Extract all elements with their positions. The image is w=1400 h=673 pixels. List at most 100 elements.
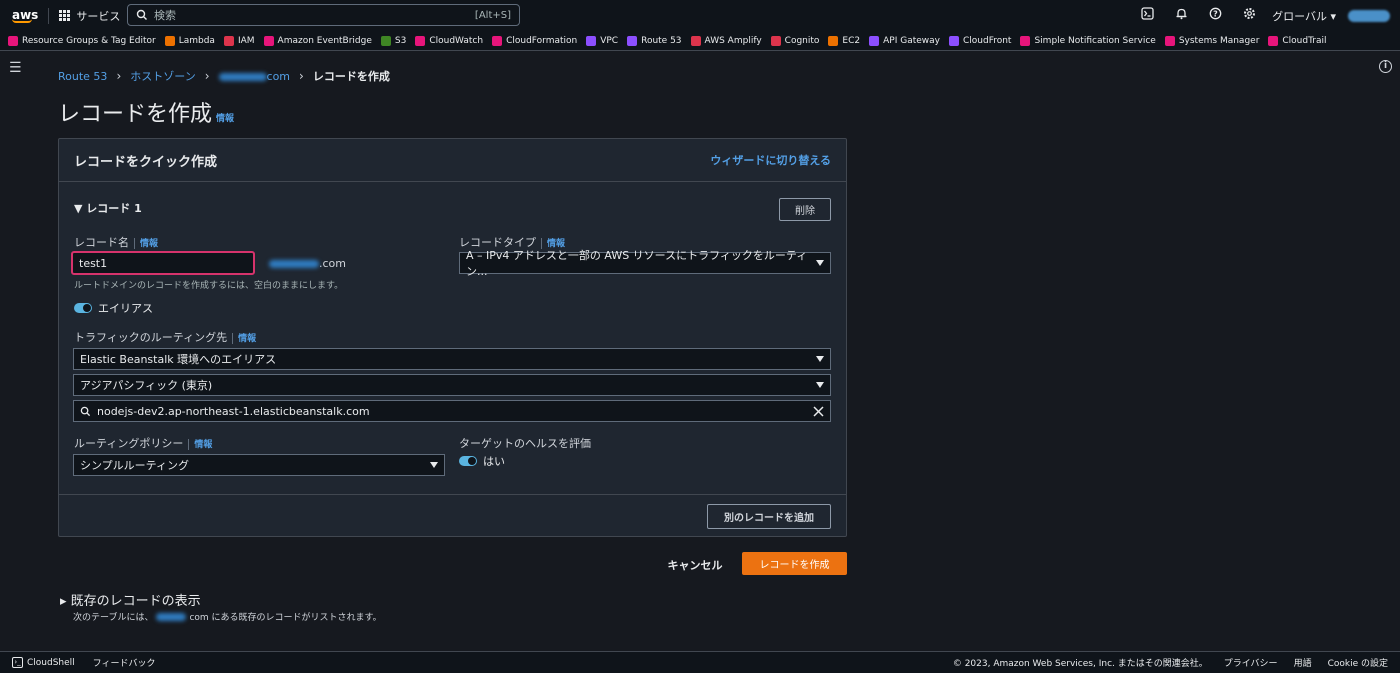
terminal-icon: ›_ (12, 657, 23, 668)
cookie-settings-link[interactable]: Cookie の設定 (1328, 656, 1388, 669)
clear-icon[interactable] (813, 405, 824, 417)
favorite-item[interactable]: Systems Manager (1164, 35, 1259, 46)
evaluate-health-label: ターゲットのヘルスを評価 (459, 437, 591, 450)
endpoint-search-input[interactable]: nodejs-dev2.ap-northeast-1.elasticbeanst… (73, 400, 831, 422)
routing-target-select[interactable]: Elastic Beanstalk 環境へのエイリアス (73, 348, 831, 370)
alias-label: エイリアス (98, 302, 153, 315)
page-title-text: レコードを作成 (58, 102, 213, 127)
create-record-button[interactable]: レコードを作成 (742, 552, 847, 575)
record-type-select[interactable]: A – IPv4 アドレスと一部の AWS リソースにトラフィックをルーティン.… (459, 249, 831, 278)
favorite-label: Cognito (784, 35, 820, 46)
existing-records-description: 次のテーブルには、 com にある既存のレコードがリストされます。 (73, 610, 382, 623)
favorites-bar: Resource Groups & Tag Editor Lambda IAM Ama… (0, 31, 1400, 51)
gear-icon[interactable] (1232, 7, 1266, 24)
favorite-item[interactable]: CloudWatch (415, 35, 484, 46)
breadcrumb-hosted-zones[interactable]: ホストゾーン (130, 68, 195, 84)
cancel-button[interactable]: キャンセル (662, 554, 728, 576)
search-input[interactable]: 検索 [Alt+S] (127, 4, 520, 26)
favorite-label: API Gateway (883, 35, 940, 46)
existing-records-toggle[interactable]: ▸ 既存のレコードの表示 (60, 590, 201, 609)
region-selector[interactable]: グローバル ▾ (1272, 8, 1336, 24)
service-icon (828, 35, 839, 46)
bell-icon[interactable] (1164, 7, 1198, 24)
favorite-label: IAM (237, 35, 255, 46)
record-section: ▼ レコード 1 削除 レコード名 情報 test1 .com ルートドメインのレ… (59, 182, 846, 495)
favorite-item[interactable]: CloudFront (948, 35, 1012, 46)
record-name-input[interactable]: test1 (71, 251, 255, 275)
search-placeholder: 検索 (154, 9, 176, 22)
favorite-item[interactable]: VPC (586, 35, 619, 46)
panel-footer: 別のレコードを追加 (59, 496, 846, 537)
copyright-text: © 2023, Amazon Web Services, Inc. またはその関… (952, 659, 1208, 669)
search-shortcut: [Alt+S] (474, 9, 511, 21)
record-name-label: レコード名 情報 (74, 234, 158, 250)
privacy-link[interactable]: プライバシー (1224, 656, 1278, 669)
breadcrumb-current: レコードを作成 (312, 70, 390, 83)
favorite-label: Route 53 (641, 35, 682, 46)
region-select[interactable]: アジアパシフィック (東京) (73, 374, 831, 396)
favorite-item[interactable]: CloudTrail (1268, 35, 1327, 46)
breadcrumb-domain[interactable]: com (218, 70, 290, 83)
services-menu-button[interactable]: サービス (59, 8, 120, 24)
favorite-item[interactable]: Simple Notification Service (1020, 35, 1156, 46)
evaluate-health-toggle[interactable]: はい (459, 453, 505, 469)
info-panel-icon[interactable]: i (1379, 60, 1392, 73)
feedback-link[interactable]: フィードバック (93, 656, 156, 669)
favorite-label: CloudWatch (429, 35, 484, 46)
alias-toggle[interactable]: エイリアス (74, 300, 153, 316)
service-icon (1268, 35, 1279, 46)
favorite-item[interactable]: API Gateway (869, 35, 940, 46)
help-icon[interactable]: ? (1198, 7, 1232, 24)
record-name-info-link[interactable]: 情報 (140, 239, 158, 249)
page-title: レコードを作成 情報 (58, 96, 234, 128)
panel-title: レコードをクイック作成 (74, 154, 218, 170)
services-label: サービス (76, 9, 121, 23)
chevron-right-icon: › (299, 69, 304, 83)
caret-down-icon (816, 356, 824, 362)
favorite-item[interactable]: Cognito (770, 35, 820, 46)
favorite-label: VPC (600, 35, 619, 46)
favorite-item[interactable]: S3 (380, 35, 406, 46)
switch-to-wizard-link[interactable]: ウィザードに切り替える (710, 152, 831, 168)
favorite-label: CloudFront (962, 35, 1012, 46)
top-right-controls: ? グローバル ▾ (1130, 0, 1400, 31)
favorite-item[interactable]: Lambda (164, 35, 215, 46)
panel-header: レコードをクイック作成 ウィザードに切り替える (59, 139, 846, 182)
routing-policy-info-link[interactable]: 情報 (194, 440, 212, 450)
routing-target-info-link[interactable]: 情報 (238, 334, 256, 344)
service-icon (1020, 35, 1031, 46)
toggle-switch-icon (459, 456, 477, 466)
favorite-label: Simple Notification Service (1034, 35, 1156, 46)
service-icon (1164, 35, 1175, 46)
favorite-item[interactable]: IAM (223, 35, 255, 46)
caret-down-icon (816, 382, 824, 388)
caret-down-icon (430, 462, 438, 468)
page-info-link[interactable]: 情報 (216, 114, 234, 124)
favorite-item[interactable]: Amazon EventBridge (263, 35, 372, 46)
favorite-item[interactable]: AWS Amplify (690, 35, 762, 46)
delete-button[interactable]: 削除 (779, 198, 831, 221)
cloudshell-button[interactable]: ›_ CloudShell (12, 657, 75, 668)
terms-link[interactable]: 用語 (1294, 656, 1312, 669)
existing-sub-prefix: 次のテーブルには、 (73, 613, 154, 623)
account-menu[interactable] (1348, 9, 1390, 22)
record-name-suffix-text: .com (319, 257, 346, 270)
routing-policy-select[interactable]: シンプルルーティング (73, 454, 445, 476)
favorite-item[interactable]: EC2 (828, 35, 861, 46)
aws-logo[interactable]: aws (12, 9, 38, 23)
favorite-label: EC2 (842, 35, 861, 46)
aws-logo-text: aws (12, 7, 39, 22)
record-1-toggle[interactable]: ▼ レコード 1 (74, 200, 142, 216)
favorite-item[interactable]: CloudFormation (492, 35, 577, 46)
cloudshell-icon[interactable] (1130, 7, 1164, 24)
favorite-item[interactable]: Route 53 (627, 35, 682, 46)
service-icon (770, 35, 781, 46)
quick-create-panel: レコードをクイック作成 ウィザードに切り替える ▼ レコード 1 削除 レコード… (58, 138, 847, 537)
top-navigation: aws サービス 検索 [Alt+S] ? グローバル ▾ (0, 0, 1400, 31)
add-another-record-button[interactable]: 別のレコードを追加 (707, 504, 831, 529)
favorite-item[interactable]: Resource Groups & Tag Editor (8, 35, 156, 46)
redacted-domain (269, 260, 319, 268)
breadcrumb-route53[interactable]: Route 53 (58, 70, 107, 83)
menu-icon[interactable]: ☰ (9, 60, 22, 76)
footer-links: © 2023, Amazon Web Services, Inc. またはその関… (953, 656, 1400, 669)
